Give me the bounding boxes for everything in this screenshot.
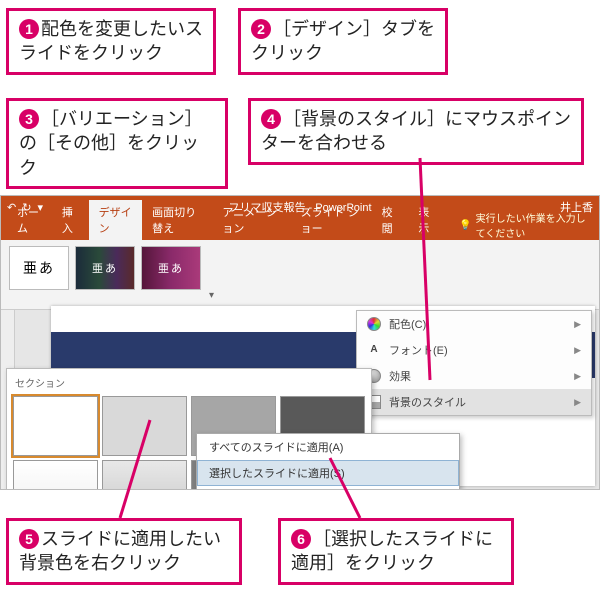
chevron-right-icon: ▶ [574, 319, 581, 330]
menu-background-styles[interactable]: 背景のスタイル ▶ [357, 389, 591, 415]
callout-num-6: 6 [291, 529, 311, 549]
theme-thumb-3[interactable]: 亜あ [141, 246, 201, 290]
tab-home[interactable]: ホーム [7, 200, 52, 240]
theme-thumb-2[interactable]: 亜あ [75, 246, 135, 290]
chevron-right-icon: ▶ [574, 397, 581, 408]
bg-swatch-6[interactable] [102, 460, 187, 490]
lightbulb-icon: 💡 [459, 220, 471, 231]
ribbon-tabs: ホーム 挿入 デザイン 画面切り替え アニメーション スライド ショー 校閲 表… [1, 218, 599, 240]
ctx-apply-selected[interactable]: 選択したスライドに適用(S) [197, 460, 459, 486]
gallery-section-label: セクション [11, 373, 367, 394]
tab-view[interactable]: 表示 [408, 200, 445, 240]
callout-1: 1配色を変更したいスライドをクリック [6, 8, 216, 75]
tell-me-box[interactable]: 💡 実行したい作業を入力してください [453, 210, 599, 240]
themes-more-button[interactable]: ▾ [207, 288, 216, 303]
callout-5: 5スライドに適用したい背景色を右クリック [6, 518, 242, 585]
callout-text-2: ［デザイン］タブをクリック [251, 19, 435, 63]
menu-colors-label: 配色(C) [389, 316, 426, 332]
menu-fonts[interactable]: A フォント(E) ▶ [357, 337, 591, 363]
callout-text-3: ［バリエーション］の［その他］をクリック [19, 109, 203, 178]
swatch-context-menu: すべてのスライドに適用(A) 選択したスライドに適用(S) ギャラリーをクイック… [196, 433, 460, 490]
tab-design[interactable]: デザイン [89, 200, 143, 240]
theme-gallery: 亜あ 亜あ 亜あ [9, 246, 201, 303]
callout-num-2: 2 [251, 19, 271, 39]
document-title: フリマ収支報告 - PowerPoint [228, 199, 371, 215]
chevron-right-icon: ▶ [574, 345, 581, 356]
menu-bg-label: 背景のスタイル [389, 394, 466, 410]
chevron-right-icon: ▶ [574, 371, 581, 382]
bg-swatch-5[interactable] [13, 460, 98, 490]
callout-num-4: 4 [261, 109, 281, 129]
callout-num-3: 3 [19, 109, 39, 129]
palette-icon [367, 317, 381, 331]
ctx-apply-all[interactable]: すべてのスライドに適用(A) [197, 434, 459, 460]
menu-fonts-label: フォント(E) [389, 342, 448, 358]
callout-text-6: ［選択したスライドに適用］をクリック [291, 529, 493, 573]
ctx-add-qat[interactable]: ギャラリーをクイック アクセス ツール バーに追加(A) [197, 486, 459, 490]
ribbon-design: 亜あ 亜あ 亜あ ▾ [1, 240, 599, 310]
font-icon: A [367, 343, 381, 357]
callout-2: 2［デザイン］タブをクリック [238, 8, 448, 75]
tell-me-text: 実行したい作業を入力してください [476, 210, 593, 240]
tab-review[interactable]: 校閲 [372, 200, 409, 240]
variation-menu: 配色(C) ▶ A フォント(E) ▶ 効果 ▶ 背景のスタイル ▶ [356, 310, 592, 416]
callout-num-1: 1 [19, 19, 39, 39]
menu-colors[interactable]: 配色(C) ▶ [357, 311, 591, 337]
callout-6: 6［選択したスライドに適用］をクリック [278, 518, 514, 585]
menu-effects-label: 効果 [389, 368, 411, 384]
tab-insert[interactable]: 挿入 [52, 200, 89, 240]
callout-3: 3［バリエーション］の［その他］をクリック [6, 98, 228, 189]
callout-text-4: ［背景のスタイル］にマウスポインターを合わせる [261, 109, 571, 153]
powerpoint-window: ↶ ↻ ▾ フリマ収支報告 - PowerPoint 井上香 ホーム 挿入 デザ… [0, 195, 600, 490]
menu-effects[interactable]: 効果 ▶ [357, 363, 591, 389]
bg-swatch-1[interactable] [13, 396, 98, 456]
callout-text-5: スライドに適用したい背景色を右クリック [19, 529, 221, 573]
callout-text-1: 配色を変更したいスライドをクリック [19, 19, 203, 63]
bg-swatch-2[interactable] [102, 396, 187, 456]
callout-4: 4［背景のスタイル］にマウスポインターを合わせる [248, 98, 584, 165]
tab-transitions[interactable]: 画面切り替え [142, 200, 212, 240]
theme-thumb-1[interactable]: 亜あ [9, 246, 69, 290]
callout-num-5: 5 [19, 529, 39, 549]
